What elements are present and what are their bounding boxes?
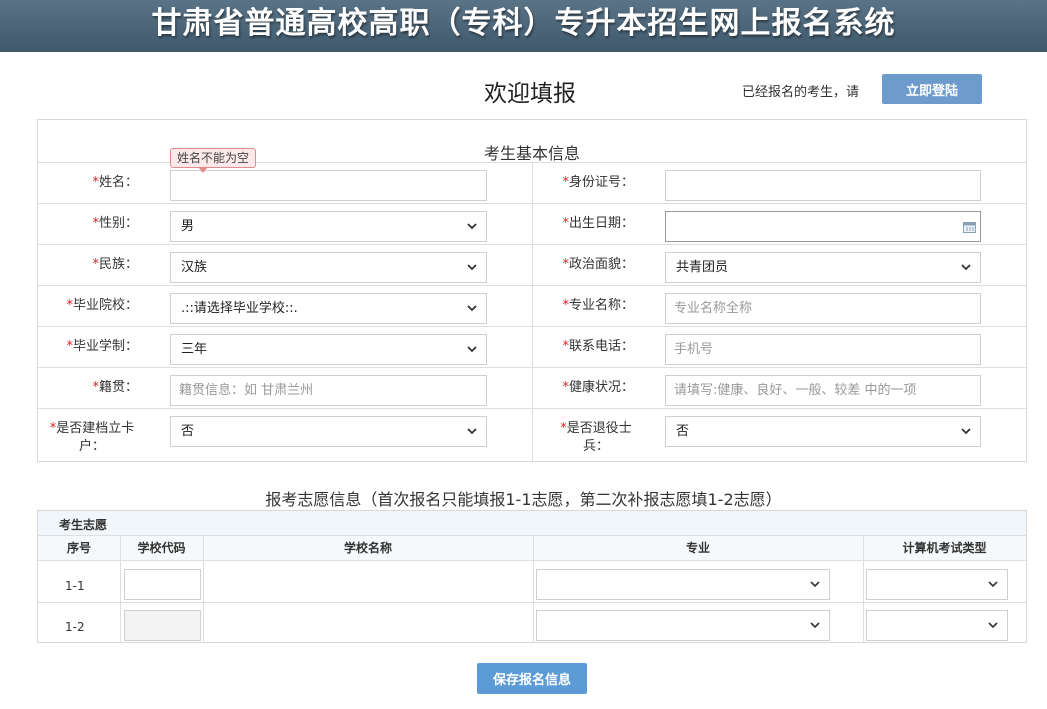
major-name-placeholder: 专业名称全称 [674, 301, 753, 316]
poverty-registered-label-line2: 户： [78, 439, 105, 454]
id-number-input[interactable] [665, 170, 981, 201]
column-divider [120, 536, 121, 643]
column-header-school-code: 学校代码 [120, 536, 203, 561]
birth-date-label-text: 出生日期： [568, 216, 634, 231]
name-label-text: 姓名： [98, 175, 138, 190]
native-place-placeholder: 籍贯信息：如 甘肃兰州 [179, 383, 314, 398]
gender-label: *性别： [78, 215, 138, 233]
calendar-icon[interactable] [963, 221, 976, 233]
poverty-registered-label-line1: 是否建档立卡 [56, 421, 135, 436]
major-name-label: *专业名称： [538, 297, 634, 315]
ethnicity-label: *民族： [78, 256, 138, 274]
birth-date-label: *出生日期： [538, 215, 634, 233]
political-status-label: *政治面貌： [538, 256, 634, 274]
political-status-select[interactable]: 共青团员 [665, 252, 981, 283]
id-number-label: *身份证号： [538, 174, 634, 192]
poverty-registered-value: 否 [181, 424, 195, 439]
chevron-down-icon [810, 622, 820, 629]
school-code-input-disabled [124, 610, 201, 641]
chevron-down-icon [810, 581, 820, 588]
study-duration-label: *毕业学制： [48, 338, 138, 356]
major-name-label-text: 专业名称： [568, 298, 634, 313]
phone-placeholder: 手机号 [674, 342, 714, 357]
graduation-school-select[interactable]: .::请选择毕业学校::. [170, 293, 487, 324]
phone-label-text: 联系电话： [568, 339, 634, 354]
poverty-registered-select[interactable]: 否 [170, 416, 487, 447]
column-divider [533, 536, 534, 643]
name-label: *姓名： [78, 174, 138, 192]
system-title: 甘肃省普通高校高职（专科）专升本招生网上报名系统 [151, 6, 896, 41]
chevron-down-icon [467, 428, 477, 435]
computer-exam-type-select[interactable] [866, 569, 1008, 600]
major-select[interactable] [536, 569, 830, 600]
column-header-school-name: 学校名称 [203, 536, 533, 561]
health-status-label: *健康状况： [538, 379, 634, 397]
login-button[interactable]: 立即登陆 [882, 74, 982, 104]
veteran-select[interactable]: 否 [665, 416, 981, 447]
chevron-down-icon [467, 264, 477, 271]
column-header-major: 专业 [533, 536, 863, 561]
column-divider [203, 536, 204, 643]
major-name-input[interactable]: 专业名称全称 [665, 293, 981, 324]
chevron-down-icon [467, 223, 477, 230]
already-registered-text: 已经报名的考生，请 [742, 85, 860, 100]
ethnicity-label-text: 民族： [98, 257, 138, 272]
school-code-input[interactable] [124, 569, 201, 600]
graduation-school-label-text: 毕业院校： [72, 298, 138, 313]
veteran-value: 否 [676, 424, 690, 439]
column-divider [532, 163, 533, 462]
chevron-down-icon [467, 346, 477, 353]
save-registration-button[interactable]: 保存报名信息 [477, 663, 587, 694]
gender-label-text: 性别： [98, 216, 138, 231]
welcome-title: 欢迎填报 [484, 81, 576, 107]
header-banner: 甘肃省普通高校高职（专科）专升本招生网上报名系统 [0, 0, 1047, 52]
chevron-down-icon [961, 264, 971, 271]
phone-label: *联系电话： [538, 338, 634, 356]
basic-info-section: 考生基本信息 *姓名： *身份证号： *性别： 男 *出生日期： *民族： 汉族… [37, 119, 1027, 462]
name-error-tooltip: 姓名不能为空 [170, 148, 257, 168]
computer-exam-type-select[interactable] [866, 610, 1008, 641]
column-header-computer-exam: 计算机考试类型 [863, 536, 1026, 561]
ethnicity-select[interactable]: 汉族 [170, 252, 487, 283]
column-header-no: 序号 [38, 536, 120, 561]
political-status-label-text: 政治面貌： [568, 257, 634, 272]
tooltip-tail [198, 167, 208, 173]
name-input[interactable] [170, 170, 487, 201]
native-place-label: *籍贯： [78, 379, 138, 397]
birth-date-input[interactable] [665, 211, 981, 242]
gender-select[interactable]: 男 [170, 211, 487, 242]
political-status-value: 共青团员 [676, 260, 729, 275]
veteran-label: *是否退役士 兵： [546, 420, 646, 456]
column-divider [863, 536, 864, 643]
study-duration-value: 三年 [181, 342, 208, 357]
health-status-placeholder: 请填写:健康、良好、一般、较差 中的一项 [674, 383, 917, 398]
veteran-label-line1: 是否退役士 [566, 421, 632, 436]
chevron-down-icon [467, 305, 477, 312]
health-status-input[interactable]: 请填写:健康、良好、一般、较差 中的一项 [665, 375, 981, 406]
wish-section-title: 报考志愿信息（首次报名只能填报1-1志愿，第二次补报志愿填1-2志愿） [265, 490, 782, 509]
native-place-input[interactable]: 籍贯信息：如 甘肃兰州 [170, 375, 487, 406]
row-number: 1-2 [65, 620, 85, 634]
row-divider [38, 602, 1026, 603]
phone-input[interactable]: 手机号 [665, 334, 981, 365]
graduation-school-value: .::请选择毕业学校::. [181, 301, 298, 316]
veteran-label-line2: 兵： [582, 439, 609, 454]
graduation-school-label: *毕业院校： [48, 297, 138, 315]
row-number: 1-1 [65, 579, 85, 593]
wish-table-header: 考生志愿 [38, 511, 1026, 536]
chevron-down-icon [961, 428, 971, 435]
native-place-label-text: 籍贯： [98, 380, 138, 395]
study-duration-label-text: 毕业学制： [72, 339, 138, 354]
chevron-down-icon [988, 622, 998, 629]
wish-table-header-label: 考生志愿 [59, 518, 108, 532]
poverty-registered-label: *是否建档立卡 户： [42, 420, 142, 456]
wish-table: 考生志愿 序号 学校代码 学校名称 专业 计算机考试类型 1-1 1-2 [37, 510, 1027, 643]
study-duration-select[interactable]: 三年 [170, 334, 487, 365]
major-select[interactable] [536, 610, 830, 641]
id-number-label-text: 身份证号： [568, 175, 634, 190]
health-status-label-text: 健康状况： [568, 380, 634, 395]
gender-value: 男 [181, 219, 195, 234]
chevron-down-icon [988, 581, 998, 588]
ethnicity-value: 汉族 [181, 260, 208, 275]
